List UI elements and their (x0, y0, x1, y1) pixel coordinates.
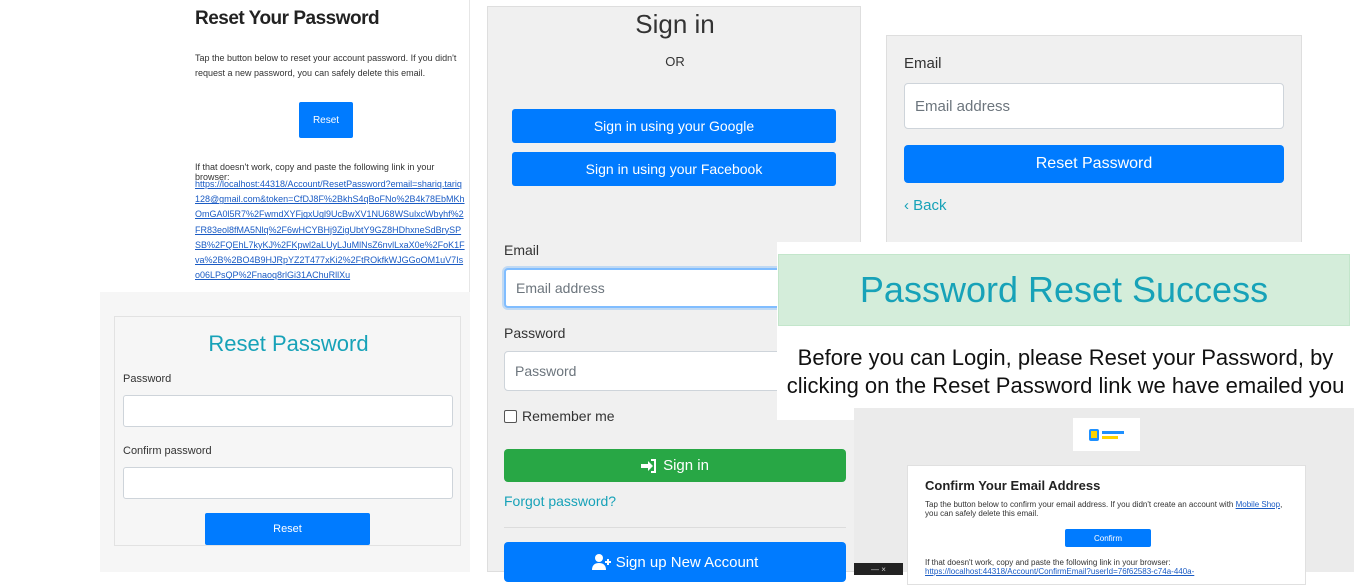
confirm-email-panel: Confirm Your Email Address Tap the butto… (854, 408, 1354, 585)
forgot-email-label: Email (904, 55, 942, 72)
email-reset-button[interactable]: Reset (299, 102, 353, 138)
confirm-fallback-text: If that doesn't work, copy and paste the… (925, 558, 1171, 567)
confirm-button[interactable]: Confirm (1065, 529, 1151, 547)
back-link[interactable]: ‹ Back (904, 197, 947, 214)
signin-button[interactable]: Sign in (504, 449, 846, 482)
signup-button[interactable]: Sign up New Account (504, 542, 846, 582)
mobile-shop-link[interactable]: Mobile Shop (1236, 500, 1280, 509)
email-label: Email (504, 242, 540, 258)
toolbar-fragment: — × (854, 563, 903, 575)
signin-button-label: Sign in (663, 457, 709, 474)
reset-submit-button[interactable]: Reset (205, 513, 370, 545)
remember-me[interactable]: Remember me (504, 408, 615, 424)
email-input[interactable] (504, 268, 794, 308)
confirm-heading: Confirm Your Email Address (925, 478, 1101, 493)
remember-label: Remember me (522, 408, 615, 424)
email-reset-link[interactable]: https://localhost:44318/Account/ResetPas… (195, 177, 465, 283)
chevron-left-icon: ‹ (904, 197, 909, 214)
confirm-message-pre: Tap the button below to confirm your ema… (925, 500, 1234, 509)
success-message: Before you can Login, please Reset your … (786, 345, 1345, 398)
confirm-message: Tap the button below to confirm your ema… (925, 500, 1295, 518)
signup-button-label: Sign up New Account (615, 553, 759, 571)
signin-title: Sign in (635, 9, 715, 39)
confirm-password-label: Confirm password (123, 445, 212, 457)
back-label: Back (913, 197, 947, 214)
signin-icon (641, 458, 657, 473)
or-divider: OR (665, 54, 685, 69)
reset-password-heading: Reset Password (208, 331, 369, 356)
facebook-signin-button[interactable]: Sign in using your Facebook (512, 152, 836, 186)
success-banner: Password Reset Success (778, 254, 1350, 326)
divider (504, 527, 846, 528)
new-password-input[interactable] (123, 395, 453, 427)
reset-email-panel: Reset Your Password Tap the button below… (0, 0, 470, 292)
forgot-email-input[interactable] (904, 83, 1284, 129)
remember-checkbox[interactable] (504, 409, 517, 423)
email-title: Reset Your Password (195, 8, 380, 29)
forgot-password-panel: Email Reset Password ‹ Back (886, 35, 1302, 250)
success-panel: Password Reset Success Before you can Lo… (777, 242, 1354, 420)
password-label: Password (123, 373, 172, 385)
logo-icon (1088, 428, 1124, 441)
reset-password-button[interactable]: Reset Password (904, 145, 1284, 183)
reset-password-card: Reset Password Password Confirm password… (114, 316, 461, 546)
toolbar-icons: — × (871, 564, 886, 574)
confirm-password-input[interactable] (123, 467, 453, 499)
user-plus-icon (591, 554, 611, 570)
password-input[interactable] (504, 351, 794, 391)
mobile-shop-logo (1073, 418, 1140, 451)
password-label: Password (504, 325, 566, 341)
reset-password-panel: Reset Password Password Confirm password… (100, 292, 470, 572)
forgot-password-link[interactable]: Forgot password? (504, 493, 616, 509)
google-signin-button[interactable]: Sign in using your Google (512, 109, 836, 143)
confirm-email-card: Confirm Your Email Address Tap the butto… (907, 465, 1306, 585)
email-message: Tap the button below to reset your accou… (195, 53, 457, 78)
